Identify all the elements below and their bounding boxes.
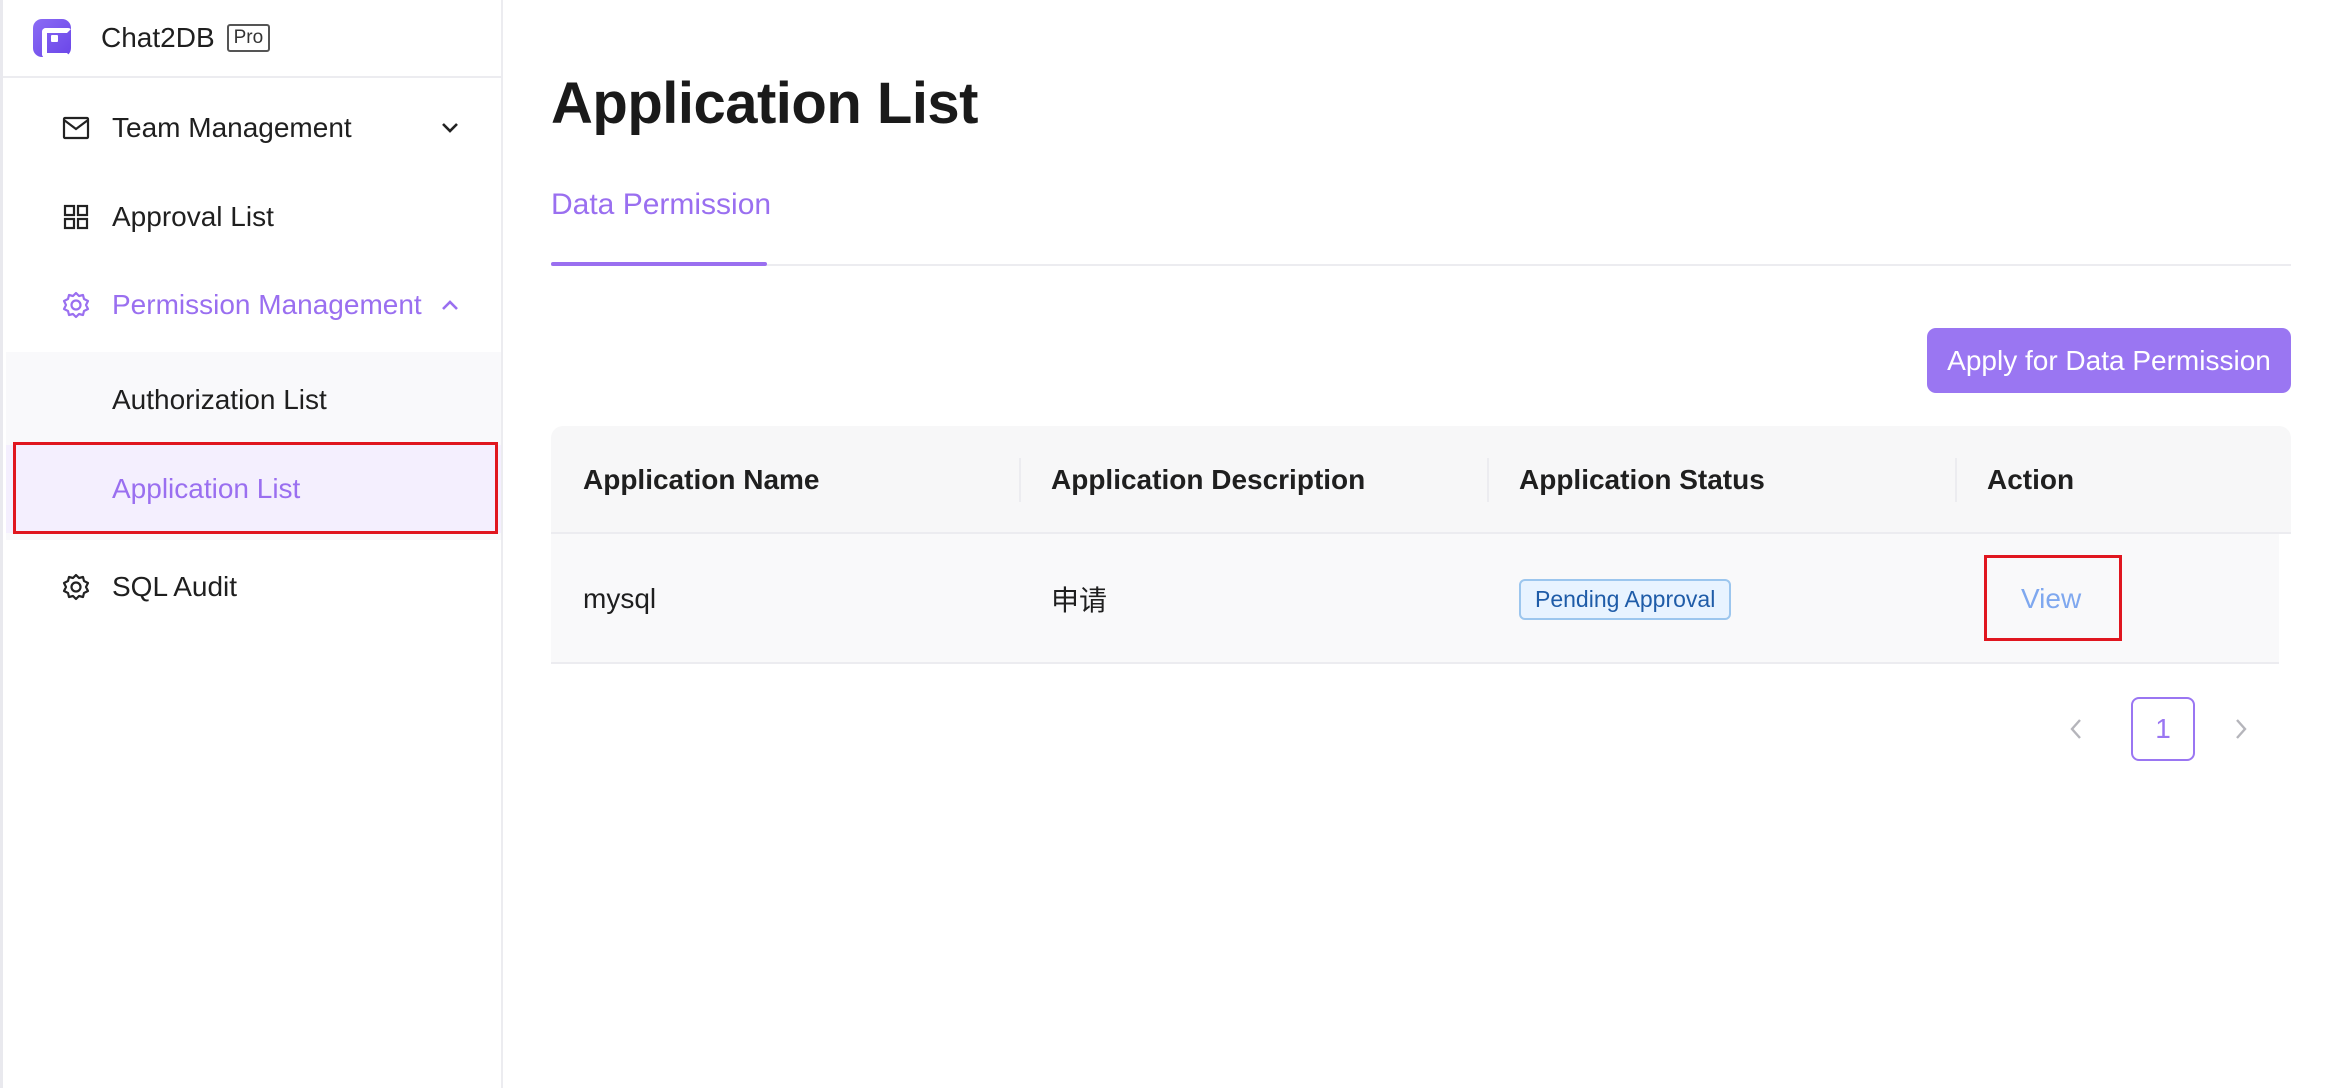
- sidebar-subitem-label: Application List: [112, 473, 301, 504]
- sidebar-subitem-label: Authorization List: [112, 384, 327, 415]
- cell-application-description: 申请: [1051, 585, 1108, 616]
- sidebar-item-label: SQL Audit: [112, 571, 238, 602]
- sidebar-subitem-application-list[interactable]: Application List: [6, 445, 501, 533]
- pagination-page-button[interactable]: 1: [2131, 697, 2195, 761]
- cell-action: View: [2021, 534, 2081, 664]
- chevron-down-icon[interactable]: [438, 116, 462, 140]
- column-header-application-name: Application Name: [583, 464, 820, 495]
- sidebar-item-approval-list[interactable]: Approval List: [6, 177, 501, 257]
- sidebar: Chat2DB Pro Team Management Approval Lis…: [0, 0, 503, 1088]
- table-row: mysql 申请 Pending Approval View: [551, 534, 2279, 664]
- sidebar-subitem-authorization-list[interactable]: Authorization List: [6, 356, 501, 444]
- tab-data-permission[interactable]: Data Permission: [551, 188, 771, 264]
- pro-badge: Pro: [226, 24, 271, 52]
- grid-icon: [61, 202, 91, 232]
- sidebar-item-label: Approval List: [112, 201, 274, 232]
- sidebar-item-label: Permission Management: [112, 289, 422, 320]
- chevron-right-icon: [2236, 719, 2247, 739]
- sidebar-item-team-management[interactable]: Team Management: [6, 88, 501, 168]
- pagination-next-button[interactable]: [2216, 697, 2266, 761]
- tab-active-indicator: [551, 262, 767, 266]
- brand-header: Chat2DB Pro: [3, 0, 501, 78]
- pagination: 1: [2051, 697, 2291, 761]
- column-divider: [1487, 458, 1489, 502]
- column-divider: [1019, 458, 1021, 502]
- gear-icon: [61, 290, 91, 320]
- tab-bar: Data Permission: [551, 180, 2291, 266]
- table-header: Application Name Application Description…: [551, 426, 2291, 534]
- chevron-up-icon[interactable]: [438, 293, 462, 317]
- main-content: Application List Data Permission Apply f…: [551, 0, 2291, 1088]
- column-header-action: Action: [1987, 464, 2075, 495]
- cell-application-name: mysql: [583, 583, 657, 614]
- column-divider: [1955, 458, 1957, 502]
- apply-data-permission-button[interactable]: Apply for Data Permission: [1927, 328, 2291, 393]
- cell-application-status: Pending Approval: [1519, 534, 1732, 664]
- chat2db-logo-icon[interactable]: [33, 19, 72, 58]
- chevron-left-icon: [2070, 719, 2081, 739]
- view-link[interactable]: View: [2021, 583, 2081, 615]
- sidebar-item-permission-management[interactable]: Permission Management: [6, 265, 501, 345]
- sidebar-item-label: Team Management: [112, 112, 352, 143]
- column-header-application-status: Application Status: [1519, 464, 1765, 495]
- mail-icon: [61, 113, 91, 143]
- column-header-application-description: Application Description: [1051, 464, 1366, 495]
- sidebar-item-sql-audit[interactable]: SQL Audit: [6, 547, 501, 627]
- gear-icon: [61, 572, 91, 602]
- pagination-prev-button[interactable]: [2051, 697, 2101, 761]
- tab-label: Data Permission: [551, 188, 772, 221]
- app-name: Chat2DB: [101, 22, 215, 53]
- status-badge: Pending Approval: [1519, 578, 1732, 620]
- page-title: Application List: [551, 71, 979, 136]
- application-table: Application Name Application Description…: [551, 426, 2291, 664]
